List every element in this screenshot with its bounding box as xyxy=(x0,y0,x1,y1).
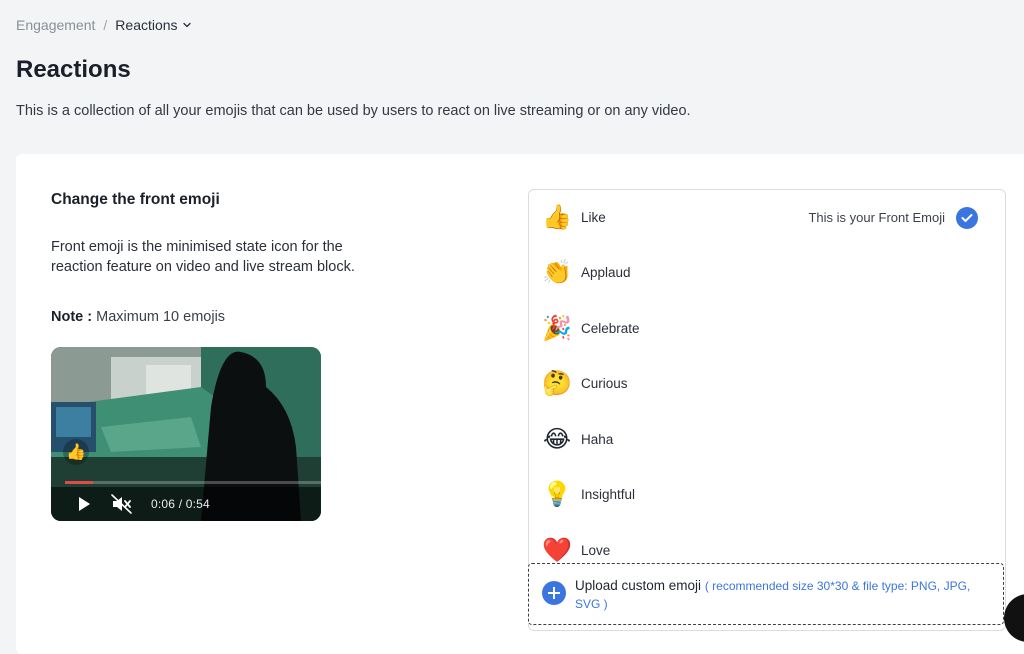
reaction-item-applaud[interactable]: 👏 Applaud xyxy=(529,245,1005,300)
breadcrumb-current-dropdown[interactable]: Reactions xyxy=(115,17,191,33)
check-icon[interactable] xyxy=(956,206,978,229)
light-bulb-icon: 💡 xyxy=(542,480,572,508)
video-progress-bar[interactable] xyxy=(65,481,321,484)
upload-text: Upload custom emoji ( recommended size 3… xyxy=(575,577,985,613)
reaction-label: Haha xyxy=(581,432,614,447)
breadcrumb-current-label: Reactions xyxy=(115,17,178,33)
play-icon[interactable] xyxy=(75,495,93,513)
front-emoji-description: Front emoji is the minimised state icon … xyxy=(51,239,355,275)
mute-icon[interactable] xyxy=(111,494,133,514)
reaction-item-celebrate[interactable]: 🎉 Celebrate xyxy=(529,301,1005,356)
video-preview[interactable]: 👍 0:06 / 0:54 xyxy=(51,347,321,521)
video-progress-fill xyxy=(65,481,94,484)
reaction-label: Applaud xyxy=(581,265,631,280)
reaction-label: Celebrate xyxy=(581,321,640,336)
clapping-hands-icon: 👏 xyxy=(542,258,572,286)
plus-icon xyxy=(542,581,566,605)
video-controls: 0:06 / 0:54 xyxy=(51,487,321,521)
breadcrumb-engagement-link[interactable]: Engagement xyxy=(16,17,95,33)
note-text: Maximum 10 emojis xyxy=(96,309,226,325)
heart-icon: ❤️ xyxy=(542,536,572,564)
reaction-label: Insightful xyxy=(581,487,636,502)
video-front-emoji[interactable]: 👍 xyxy=(63,439,89,465)
reaction-item-curious[interactable]: 🤔 Curious xyxy=(529,356,1005,411)
breadcrumb: Engagement / Reactions xyxy=(16,16,192,34)
note: Note : Maximum 10 emojis xyxy=(51,309,225,325)
reaction-item-haha[interactable]: 😂 Haha xyxy=(529,412,1005,467)
reaction-item-insightful[interactable]: 💡 Insightful xyxy=(529,467,1005,522)
reaction-label: Love xyxy=(581,543,611,558)
upload-custom-emoji-button[interactable]: Upload custom emoji ( recommended size 3… xyxy=(528,563,1004,625)
reaction-item-like[interactable]: 👍 Like This is your Front Emoji xyxy=(529,190,1005,245)
thinking-face-icon: 🤔 xyxy=(542,369,572,397)
chevron-down-icon xyxy=(182,22,191,28)
video-time: 0:06 / 0:54 xyxy=(151,497,210,511)
thumbs-up-icon: 👍 xyxy=(542,203,572,231)
reaction-label: Curious xyxy=(581,376,628,391)
front-emoji-title: Change the front emoji xyxy=(51,191,220,208)
party-popper-icon: 🎉 xyxy=(542,314,572,342)
reaction-label: Like xyxy=(581,210,606,225)
reactions-card: Change the front emoji Front emoji is th… xyxy=(16,154,1024,654)
laughing-face-icon: 😂 xyxy=(542,425,572,453)
front-emoji-tag: This is your Front Emoji xyxy=(808,210,945,225)
upload-label: Upload custom emoji xyxy=(575,578,702,593)
note-label: Note : xyxy=(51,309,93,325)
breadcrumb-separator: / xyxy=(103,17,108,33)
page-description: This is a collection of all your emojis … xyxy=(16,103,691,119)
page-title: Reactions xyxy=(16,56,131,83)
